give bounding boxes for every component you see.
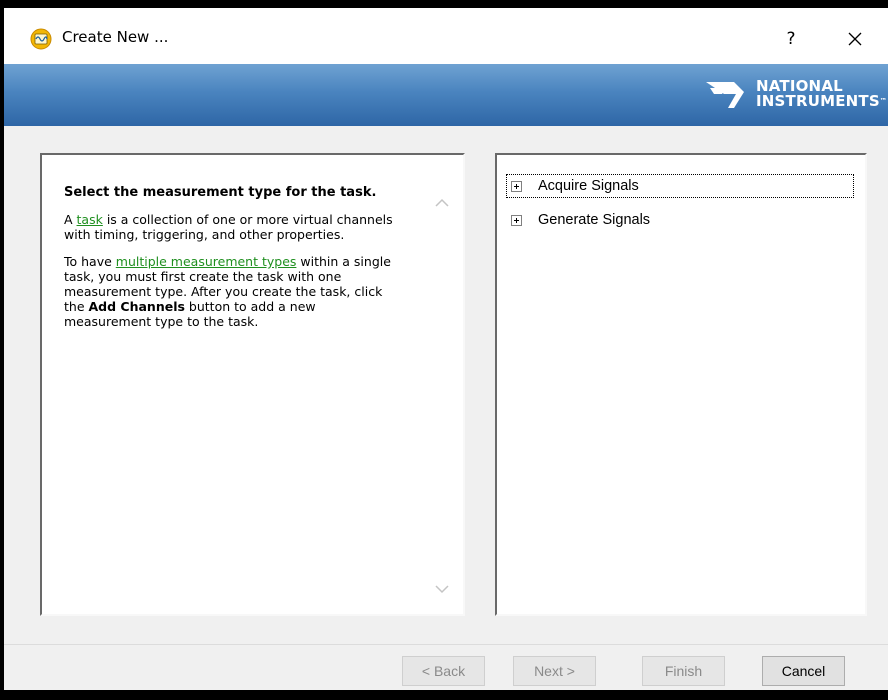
help-text: Select the measurement type for the task…: [64, 185, 402, 341]
logo-trademark: ™: [879, 97, 888, 105]
scroll-up-chevron-icon[interactable]: [432, 195, 452, 211]
window-title: Create New ...: [62, 28, 169, 46]
help-heading: Select the measurement type for the task…: [64, 185, 377, 200]
help-button[interactable]: ?: [776, 24, 806, 54]
footer-divider: [4, 644, 888, 645]
header-banner: NATIONAL INSTRUMENTS™: [4, 64, 888, 126]
multiple-measurement-types-link[interactable]: multiple measurement types: [116, 254, 297, 269]
ni-eagle-icon: [706, 82, 744, 108]
title-bar[interactable]: Create New ... ?: [4, 8, 888, 64]
tree-item-generate-signals[interactable]: Generate Signals: [507, 209, 650, 231]
measurement-type-tree: Acquire Signals Generate Signals: [495, 153, 867, 616]
national-instruments-logo: NATIONAL INSTRUMENTS™: [704, 78, 888, 114]
tree-item-label: Generate Signals: [538, 212, 651, 228]
expand-plus-icon[interactable]: [511, 180, 522, 192]
logo-line-instruments: INSTRUMENTS: [756, 92, 880, 110]
ni-app-icon: [30, 28, 52, 50]
tree-item-label: Acquire Signals: [538, 178, 639, 194]
finish-button[interactable]: Finish: [642, 656, 725, 686]
help-paragraph-multiple: To have multiple measurement types withi…: [64, 254, 391, 329]
help-paragraph-task: A task is a collection of one or more vi…: [64, 212, 393, 242]
add-channels-bold: Add Channels: [88, 299, 185, 314]
create-new-dialog: Create New ... ? NATIONAL INSTRUMENTS™ S…: [0, 8, 888, 694]
scroll-down-chevron-icon[interactable]: [432, 581, 452, 597]
tree-item-acquire-signals[interactable]: Acquire Signals: [506, 174, 854, 198]
expand-plus-icon[interactable]: [511, 214, 522, 226]
cancel-button[interactable]: Cancel: [762, 656, 845, 686]
close-icon[interactable]: [838, 22, 872, 56]
next-button[interactable]: Next >: [513, 656, 596, 686]
help-panel: Select the measurement type for the task…: [40, 153, 465, 616]
task-link[interactable]: task: [77, 212, 103, 227]
back-button[interactable]: < Back: [402, 656, 485, 686]
